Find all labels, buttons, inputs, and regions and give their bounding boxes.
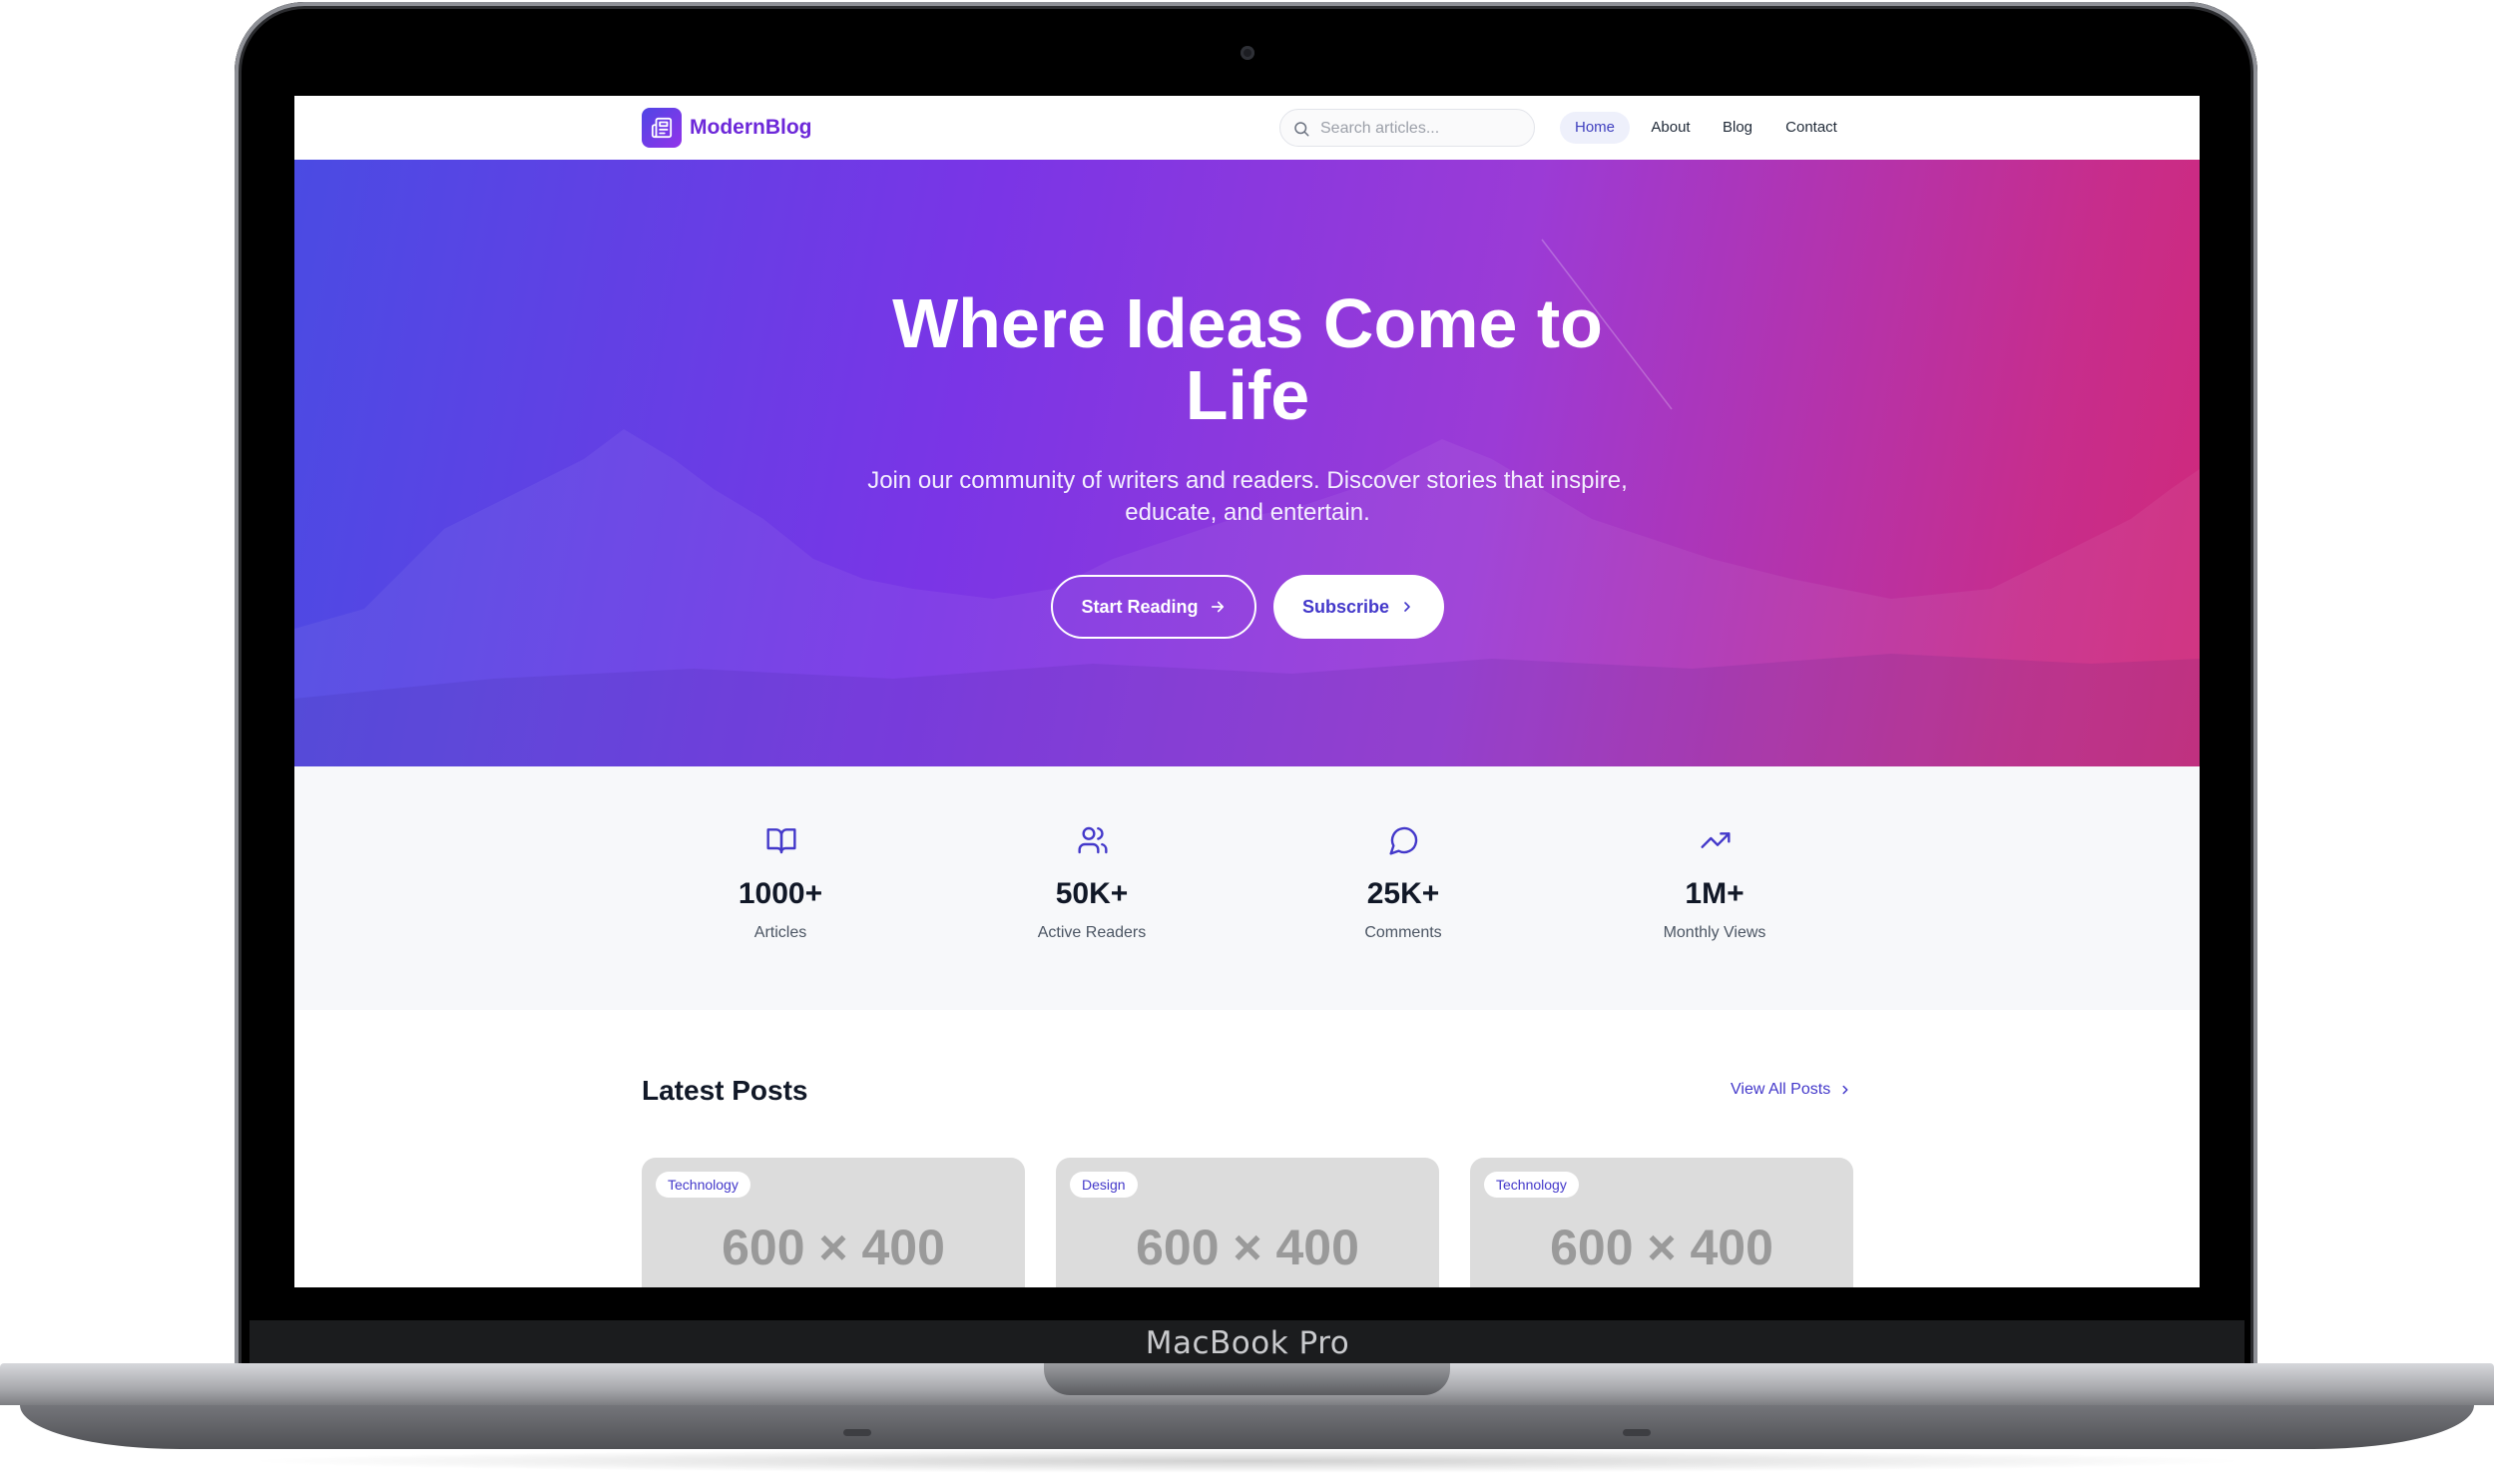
hero-section: Where Ideas Come to Life Join our commun… xyxy=(294,160,2200,766)
arrow-right-icon xyxy=(1211,601,1224,613)
subscribe-button[interactable]: Subscribe xyxy=(1273,575,1444,639)
trending-up-icon xyxy=(1701,832,1731,848)
stat-label: Monthly Views xyxy=(1663,924,1766,941)
stat-label: Comments xyxy=(1364,924,1442,941)
stat-value: 1000+ xyxy=(738,877,823,910)
start-reading-button[interactable]: Start Reading xyxy=(1051,575,1256,639)
stat-articles: 1000+ Articles xyxy=(681,766,880,1010)
category-tag[interactable]: Technology xyxy=(1484,1172,1579,1198)
stat-value: 1M+ xyxy=(1685,877,1745,910)
category-tag[interactable]: Design xyxy=(1070,1172,1138,1198)
stat-label: Active Readers xyxy=(1037,924,1147,941)
start-reading-label: Start Reading xyxy=(1081,596,1199,617)
stats-section: 1000+ Articles 50K+ Active Readers 25K+ … xyxy=(294,766,2200,1010)
browser-screen: ModernBlog Home About Blog Contact Where… xyxy=(294,96,2200,1287)
search-icon xyxy=(1294,122,1309,137)
post-card[interactable]: Technology 600 × 400 xyxy=(642,1158,1025,1287)
book-open-icon xyxy=(766,828,796,854)
stat-comments: 25K+ Comments xyxy=(1303,766,1503,1010)
nav-link-contact[interactable]: Contact xyxy=(1781,112,1841,144)
device-shadow xyxy=(240,1449,2255,1473)
category-tag[interactable]: Technology xyxy=(656,1172,750,1198)
brand-name[interactable]: ModernBlog xyxy=(690,114,811,142)
logo-icon[interactable] xyxy=(642,108,682,148)
stat-value: 50K+ xyxy=(1055,877,1129,910)
lid-notch xyxy=(1044,1363,1450,1395)
nav-link-about[interactable]: About xyxy=(1646,112,1696,144)
mountain-background xyxy=(294,239,2200,766)
message-circle-icon xyxy=(1389,826,1418,855)
post-card[interactable]: Design 600 × 400 xyxy=(1056,1158,1439,1287)
stat-monthly-views: 1M+ Monthly Views xyxy=(1615,766,1814,1010)
subscribe-label: Subscribe xyxy=(1301,596,1390,617)
laptop-base-lower xyxy=(20,1405,2474,1449)
post-card[interactable]: Technology 600 × 400 xyxy=(1470,1158,1853,1287)
stat-value: 25K+ xyxy=(1366,877,1440,910)
chevron-right-icon xyxy=(1404,602,1410,612)
laptop-foot xyxy=(843,1429,871,1436)
device-label: MacBook Pro xyxy=(1145,1325,1350,1361)
search-input[interactable] xyxy=(1318,117,1522,141)
stat-label: Articles xyxy=(753,924,807,941)
camera-icon xyxy=(1241,46,1254,60)
nav-link-home[interactable]: Home xyxy=(1560,112,1630,144)
hero-title: Where Ideas Come to Life xyxy=(892,284,1603,434)
navbar: ModernBlog Home About Blog Contact xyxy=(294,96,2200,160)
chevron-right-icon xyxy=(1842,1085,1848,1095)
laptop-foot xyxy=(1623,1429,1651,1436)
hero-subtitle: Join our community of writers and reader… xyxy=(867,467,1628,526)
view-all-posts-link[interactable]: View All Posts xyxy=(1731,1080,1852,1100)
view-all-label: View All Posts xyxy=(1731,1081,1831,1098)
image-placeholder: 600 × 400 xyxy=(1550,1220,1773,1275)
latest-posts-title: Latest Posts xyxy=(642,1075,808,1106)
image-placeholder: 600 × 400 xyxy=(722,1220,945,1275)
search-box[interactable] xyxy=(1279,109,1535,147)
stat-active-readers: 50K+ Active Readers xyxy=(992,766,1192,1010)
users-icon xyxy=(1078,826,1108,854)
nav-link-blog[interactable]: Blog xyxy=(1718,112,1757,144)
image-placeholder: 600 × 400 xyxy=(1136,1220,1359,1275)
